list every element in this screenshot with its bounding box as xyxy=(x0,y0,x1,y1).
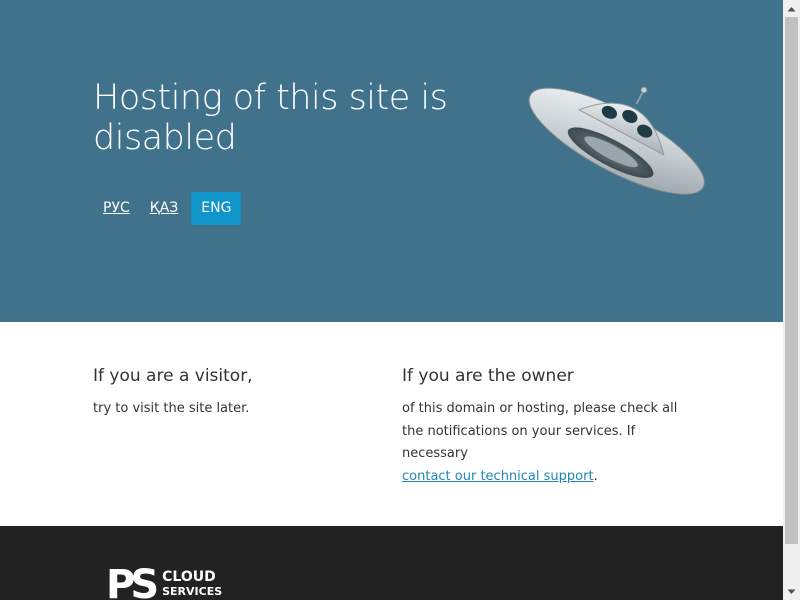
scroll-down-arrow-icon[interactable] xyxy=(783,583,800,600)
visitor-text: try to visit the site later. xyxy=(93,401,250,416)
info-section: If you are a visitor, try to visit the s… xyxy=(0,322,783,526)
language-switcher: РУС ҚАЗ ENG xyxy=(93,192,242,225)
page-title: Hosting of this site is disabled xyxy=(93,78,448,158)
owner-heading: If you are the owner xyxy=(402,366,574,386)
page: Hosting of this site is disabled РУС ҚАЗ… xyxy=(0,0,783,600)
owner-column: If you are the owner of this domain or h… xyxy=(402,364,692,488)
footer: PS CLOUD SERVICES xyxy=(0,526,783,600)
lang-rus-link[interactable]: РУС xyxy=(93,192,140,225)
owner-text-suffix: . xyxy=(593,468,598,484)
vertical-scrollbar[interactable] xyxy=(783,0,800,600)
logo-line-2: SERVICES xyxy=(162,585,223,598)
owner-text-body: of this domain or hosting, please check … xyxy=(402,401,678,461)
logo-line-1: CLOUD xyxy=(162,569,216,585)
logo-text: CLOUD SERVICES xyxy=(162,569,223,599)
logo-mark: PS xyxy=(106,562,159,600)
lang-kaz-link[interactable]: ҚАЗ xyxy=(140,192,189,225)
hero-section: Hosting of this site is disabled РУС ҚАЗ… xyxy=(0,0,783,322)
ps-cloud-logo[interactable]: PS CLOUD SERVICES xyxy=(106,565,222,600)
ufo-illustration xyxy=(528,86,705,195)
visitor-heading: If you are a visitor, xyxy=(93,366,253,386)
visitor-column: If you are a visitor, try to visit the s… xyxy=(93,364,383,421)
scroll-up-arrow-icon[interactable] xyxy=(783,0,800,17)
technical-support-link[interactable]: contact our technical support xyxy=(402,469,594,484)
owner-text: of this domain or hosting, please check … xyxy=(402,398,692,488)
scrollbar-thumb[interactable] xyxy=(785,17,798,544)
lang-eng-button[interactable]: ENG xyxy=(191,192,242,225)
